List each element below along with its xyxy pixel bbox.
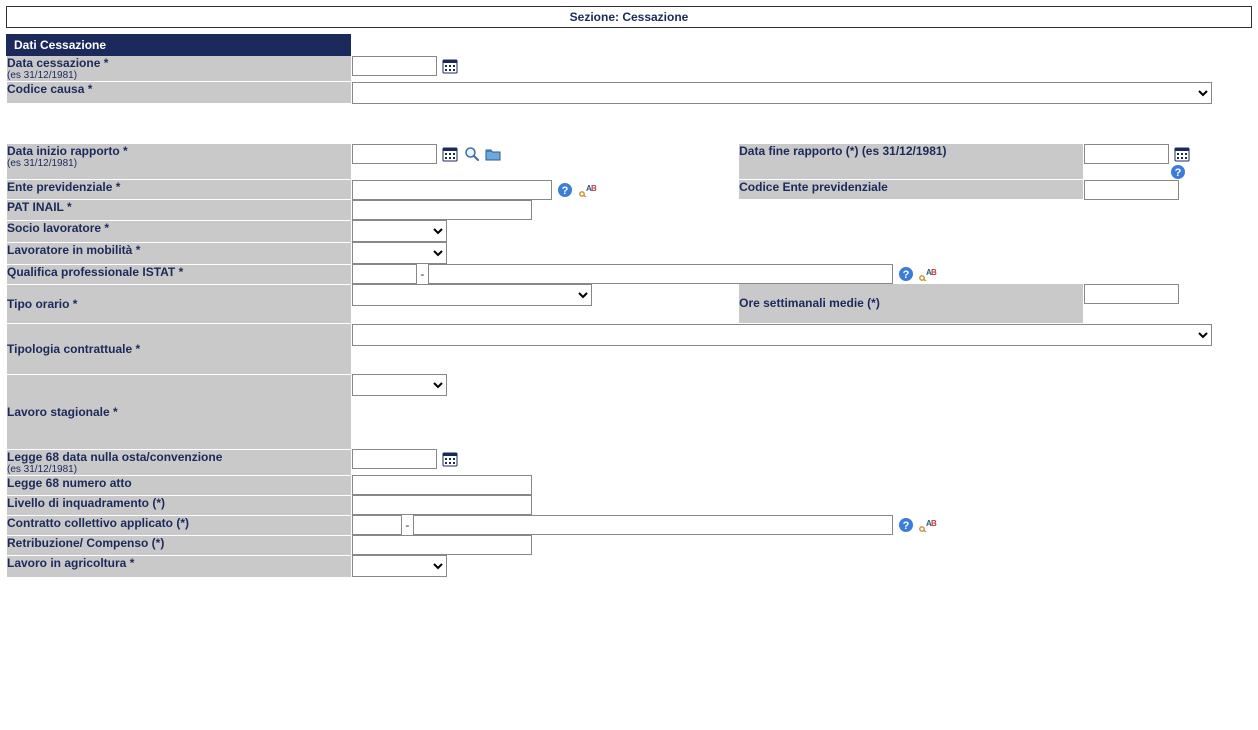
input-pat-inail[interactable] — [352, 200, 532, 220]
select-tipo-orario[interactable] — [352, 284, 592, 306]
label-ente-prev: Ente previdenziale * — [7, 180, 120, 194]
subsection-title: Dati Cessazione — [6, 34, 351, 56]
input-codice-ente-prev[interactable] — [1084, 180, 1179, 200]
input-qualifica-code[interactable] — [352, 264, 417, 284]
hint-data-cessazione: (es 31/12/1981) — [7, 70, 351, 81]
label-tipologia-contr: Tipologia contrattuale * — [7, 342, 140, 356]
select-socio-lavoratore[interactable] — [352, 220, 447, 242]
label-data-cessazione: Data cessazione * — [7, 56, 108, 70]
label-tipo-orario: Tipo orario * — [7, 297, 77, 311]
help-icon[interactable] — [557, 182, 573, 198]
separator: - — [405, 518, 412, 532]
hint-legge68-data: (es 31/12/1981) — [7, 464, 351, 475]
select-codice-causa[interactable] — [352, 82, 1212, 104]
label-qualifica-istat: Qualifica professionale ISTAT * — [7, 265, 183, 279]
calendar-icon[interactable] — [442, 58, 458, 74]
label-legge68-data: Legge 68 data nulla osta/convenzione — [7, 450, 222, 464]
input-legge68-data[interactable] — [352, 449, 437, 469]
input-ente-prev[interactable] — [352, 180, 552, 200]
abc-search-icon[interactable] — [919, 518, 937, 532]
folder-icon[interactable] — [485, 146, 501, 162]
label-pat-inail: PAT INAIL * — [7, 200, 72, 214]
separator: - — [420, 267, 427, 281]
help-icon[interactable] — [898, 517, 914, 533]
label-retribuzione: Retribuzione/ Compenso (*) — [7, 536, 164, 550]
label-livello-inq: Livello di inquadramento (*) — [7, 496, 165, 510]
label-codice-causa: Codice causa * — [7, 82, 92, 96]
help-icon[interactable] — [898, 266, 914, 282]
select-lavoro-stagionale[interactable] — [352, 374, 447, 396]
search-icon[interactable] — [464, 146, 480, 162]
select-tipologia-contr[interactable] — [352, 324, 1212, 346]
label-socio-lavoratore: Socio lavoratore * — [7, 221, 109, 235]
label-codice-ente-prev: Codice Ente previdenziale — [739, 180, 888, 194]
calendar-icon[interactable] — [1174, 146, 1190, 162]
select-lavoro-agric[interactable] — [352, 555, 447, 577]
label-data-fine: Data fine rapporto (*) — [739, 144, 858, 158]
calendar-icon[interactable] — [442, 146, 458, 162]
label-ccnl: Contratto collettivo applicato (*) — [7, 516, 189, 530]
input-ccnl-code[interactable] — [352, 515, 402, 535]
hint-data-fine: (es 31/12/1981) — [862, 144, 947, 158]
select-lavoratore-mob[interactable] — [352, 242, 447, 264]
label-lavoro-stagionale: Lavoro stagionale * — [7, 405, 118, 419]
input-legge68-num[interactable] — [352, 475, 532, 495]
label-legge68-num: Legge 68 numero atto — [7, 476, 132, 490]
input-ore-settimanali[interactable] — [1084, 284, 1179, 304]
label-lavoratore-mob: Lavoratore in mobilità * — [7, 243, 140, 257]
calendar-icon[interactable] — [442, 451, 458, 467]
input-qualifica-desc[interactable] — [428, 264, 893, 284]
hint-data-inizio: (es 31/12/1981) — [7, 158, 351, 169]
section-title: Sezione: Cessazione — [6, 6, 1252, 28]
input-data-cessazione[interactable] — [352, 56, 437, 76]
abc-search-icon[interactable] — [579, 183, 597, 197]
abc-search-icon[interactable] — [919, 267, 937, 281]
help-icon[interactable] — [1170, 164, 1186, 180]
label-lavoro-agric: Lavoro in agricoltura * — [7, 556, 134, 570]
label-data-inizio: Data inizio rapporto * — [7, 144, 128, 158]
label-ore-settimanali: Ore settimanali medie (*) — [739, 296, 880, 310]
input-retribuzione[interactable] — [352, 535, 532, 555]
input-ccnl-desc[interactable] — [413, 515, 893, 535]
input-livello-inq[interactable] — [352, 495, 532, 515]
input-data-fine[interactable] — [1084, 144, 1169, 164]
input-data-inizio[interactable] — [352, 144, 437, 164]
